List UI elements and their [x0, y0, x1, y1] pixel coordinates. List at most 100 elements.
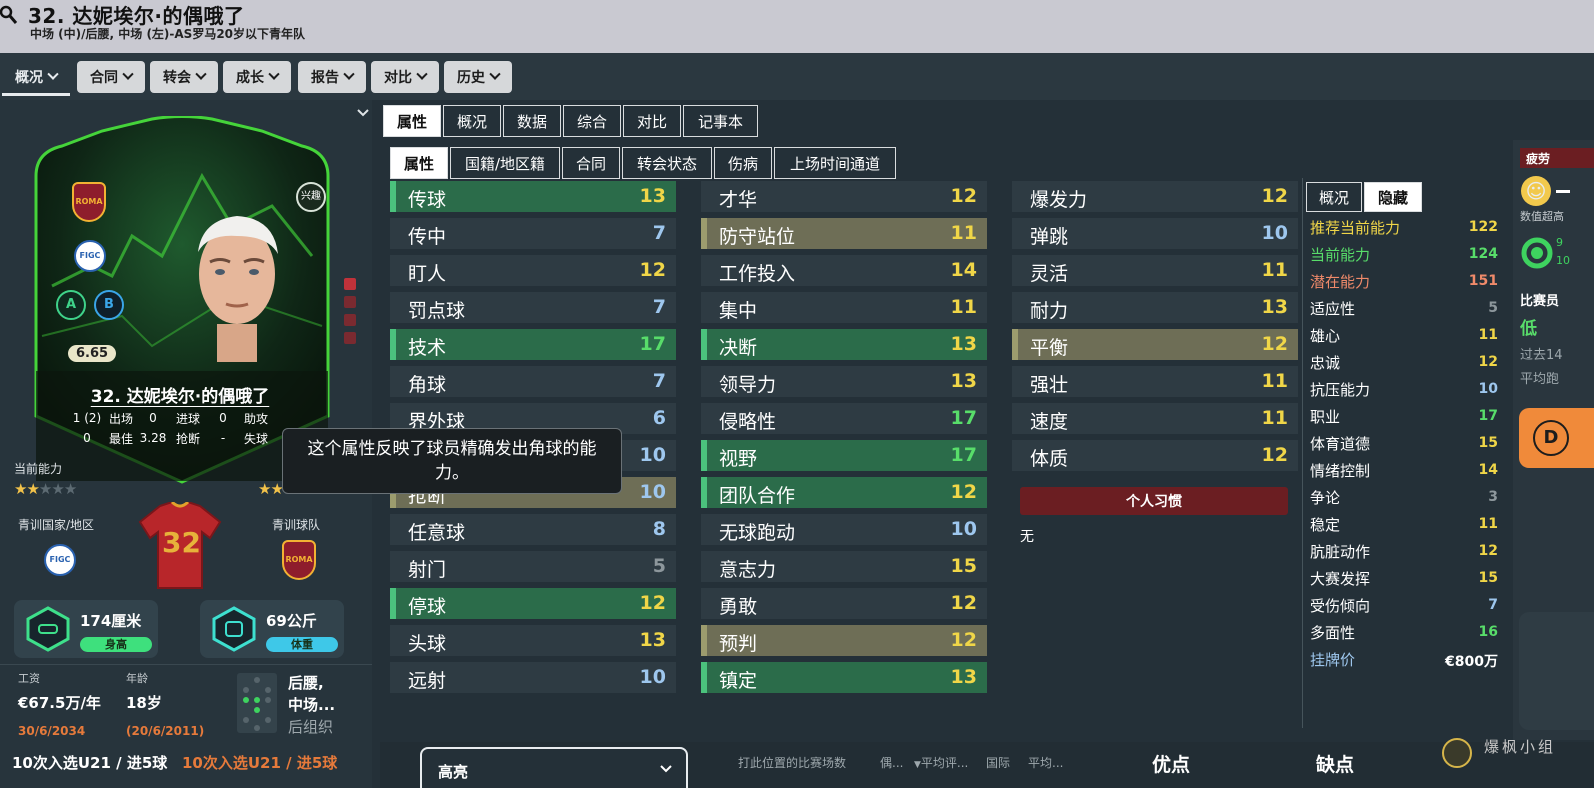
attribute-row[interactable]: 领导力 13 [701, 366, 987, 397]
attribute-row[interactable]: 耐力 13 [1012, 292, 1298, 323]
col-header-rating[interactable]: ▼平均评... [914, 754, 968, 771]
attribute-row[interactable]: 灵活 11 [1012, 255, 1298, 286]
subtab-nationality[interactable]: 国籍/地区籍 [450, 147, 560, 179]
right-empty-card [1519, 612, 1594, 730]
attribute-row[interactable]: 团队合作 12 [701, 477, 987, 508]
hidden-attribute-row[interactable]: 争论 3 [1310, 483, 1498, 510]
attribute-row[interactable]: 无球跑动 10 [701, 514, 987, 545]
attribute-row[interactable]: 视野 17 [701, 440, 987, 471]
hidden-attribute-row[interactable]: 大赛发挥 15 [1310, 564, 1498, 591]
tab-contract[interactable]: 合同 [77, 61, 145, 93]
height-icon [26, 606, 70, 652]
hidden-attribute-row[interactable]: 推荐当前能力 122 [1310, 213, 1498, 240]
highlight-select[interactable]: 高亮 [420, 747, 688, 788]
attribute-row[interactable]: 体质 12 [1012, 440, 1298, 471]
attribute-row[interactable]: 停球 12 [390, 588, 676, 619]
u21-caps-alt: 10次入选U21 / 进5球 [182, 754, 338, 772]
grade-letter: D [1533, 420, 1569, 456]
tab-notebook[interactable]: 记事本 [683, 105, 758, 137]
pager-dot[interactable] [344, 314, 356, 326]
subtab-playing-time[interactable]: 上场时间通道 [774, 147, 896, 179]
subtab-injuries[interactable]: 伤病 [714, 147, 772, 179]
attribute-row[interactable]: 勇敢 12 [701, 588, 987, 619]
hidden-attribute-row[interactable]: 潜在能力 151 [1310, 267, 1498, 294]
goals-label: 进球 [175, 411, 200, 426]
tab-overview-sub[interactable]: 概况 [443, 105, 501, 137]
attribute-row[interactable]: 传中 7 [390, 218, 676, 249]
attribute-row[interactable]: 罚点球 7 [390, 292, 676, 323]
subtab-transfer-status[interactable]: 转会状态 [622, 147, 712, 179]
tab-data[interactable]: 数据 [503, 105, 561, 137]
attribute-row[interactable]: 技术 17 [390, 329, 676, 360]
attribute-value: 12 [950, 185, 977, 207]
hidden-attribute-row[interactable]: 情绪控制 14 [1310, 456, 1498, 483]
tab-hidden-overview[interactable]: 概况 [1306, 182, 1362, 212]
tab-development[interactable]: 成长 [223, 61, 291, 93]
attribute-row[interactable]: 平衡 12 [1012, 329, 1298, 360]
attribute-row[interactable]: 射门 5 [390, 551, 676, 582]
subtab-attributes[interactable]: 属性 [390, 147, 448, 179]
col-header-games[interactable]: 打此位置的比赛场数 [738, 754, 846, 771]
hidden-attribute-row[interactable]: 雄心 11 [1310, 321, 1498, 348]
tab-attributes[interactable]: 属性 [383, 105, 441, 137]
attribute-row[interactable]: 速度 11 [1012, 403, 1298, 434]
attribute-row[interactable]: 盯人 12 [390, 255, 676, 286]
attribute-row[interactable]: 传球 13 [390, 181, 676, 212]
tab-overview[interactable]: 概况 [2, 60, 70, 96]
personal-habits-header[interactable]: 个人习惯 [1020, 487, 1288, 515]
attribute-row[interactable]: 决断 13 [701, 329, 987, 360]
attribute-row[interactable]: 才华 12 [701, 181, 987, 212]
attribute-row[interactable]: 工作投入 14 [701, 255, 987, 286]
tab-compare[interactable]: 对比 [371, 61, 439, 93]
panel-divider [1302, 178, 1303, 728]
interest-badge[interactable]: 兴趣 [296, 182, 326, 212]
attribute-value: 11 [950, 296, 977, 318]
hidden-attribute-row[interactable]: 职业 17 [1310, 402, 1498, 429]
tab-composite[interactable]: 综合 [563, 105, 621, 137]
attribute-row[interactable]: 镇定 13 [701, 662, 987, 693]
attribute-row[interactable]: 集中 11 [701, 292, 987, 323]
attribute-row[interactable]: 爆发力 12 [1012, 181, 1298, 212]
pager-dot[interactable] [344, 278, 356, 290]
hidden-attribute-row[interactable]: 稳定 11 [1310, 510, 1498, 537]
hidden-attribute-row[interactable]: 多面性 16 [1310, 618, 1498, 645]
search-icon[interactable] [0, 5, 18, 25]
tab-transfer[interactable]: 转会 [150, 61, 218, 93]
pager-dot[interactable] [344, 296, 356, 308]
attribute-value: 11 [950, 222, 977, 244]
col-header-avg[interactable]: 平均... [1028, 754, 1063, 771]
hidden-attribute-row[interactable]: 挂牌价 €800万 [1310, 645, 1498, 672]
attribute-row[interactable]: 任意球 8 [390, 514, 676, 545]
tab-compare-sub[interactable]: 对比 [623, 105, 681, 137]
attribute-row[interactable]: 弹跳 10 [1012, 218, 1298, 249]
col-header-1[interactable]: 偶... [880, 754, 903, 771]
attribute-name: 集中 [719, 300, 758, 322]
collapse-chevron-icon[interactable] [356, 108, 370, 118]
attribute-value: 12 [1261, 333, 1288, 355]
attribute-row[interactable]: 预判 12 [701, 625, 987, 656]
hidden-attribute-row[interactable]: 当前能力 124 [1310, 240, 1498, 267]
hidden-attribute-row[interactable]: 忠诚 12 [1310, 348, 1498, 375]
col-header-intl[interactable]: 国际 [986, 754, 1010, 771]
tab-hidden-attributes[interactable]: 隐藏 [1364, 182, 1422, 212]
attribute-row[interactable]: 远射 10 [390, 662, 676, 693]
hidden-attribute-row[interactable]: 抗压能力 10 [1310, 375, 1498, 402]
hidden-attribute-row[interactable]: 体育道德 15 [1310, 429, 1498, 456]
attribute-value: 13 [639, 185, 666, 207]
chevron-down-icon [660, 765, 672, 773]
hidden-attribute-row[interactable]: 肮脏动作 12 [1310, 537, 1498, 564]
tab-reports[interactable]: 报告 [298, 61, 366, 93]
hidden-attribute-row[interactable]: 受伤倾向 7 [1310, 591, 1498, 618]
attribute-row[interactable]: 头球 13 [390, 625, 676, 656]
tab-history[interactable]: 历史 [444, 61, 512, 93]
subtab-contract[interactable]: 合同 [562, 147, 620, 179]
hidden-attribute-value: 11 [1478, 516, 1498, 532]
attribute-row[interactable]: 侵略性 17 [701, 403, 987, 434]
attribute-row[interactable]: 防守站位 11 [701, 218, 987, 249]
hidden-attribute-row[interactable]: 适应性 5 [1310, 294, 1498, 321]
pager-dot[interactable] [344, 332, 356, 344]
attribute-row[interactable]: 意志力 15 [701, 551, 987, 582]
attribute-row[interactable]: 角球 7 [390, 366, 676, 397]
attribute-name: 射门 [408, 559, 447, 581]
attribute-row[interactable]: 强壮 11 [1012, 366, 1298, 397]
